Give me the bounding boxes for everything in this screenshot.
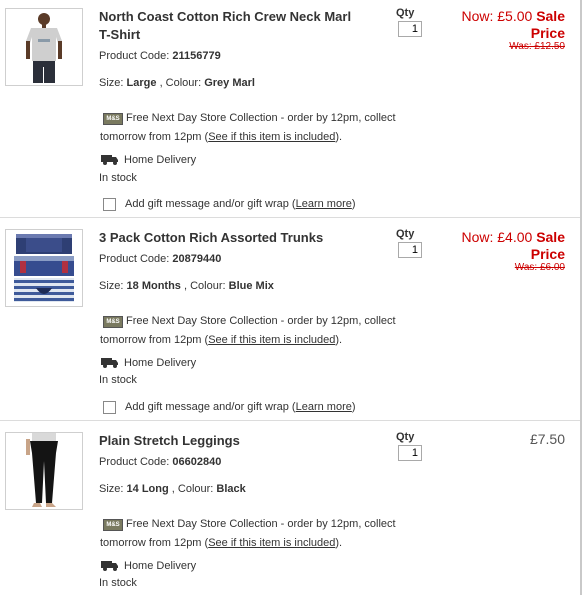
gift-wrap-label: Add gift message and/or gift wrap (Learn… bbox=[125, 198, 356, 210]
size-colour: Size: 14 Long , Colour: Black bbox=[99, 483, 246, 495]
see-if-included-link[interactable]: See if this item is included bbox=[208, 537, 335, 549]
product-title[interactable]: North Coast Cotton Rich Crew Neck Marl T-… bbox=[99, 8, 379, 44]
qty-label: Qty bbox=[396, 228, 415, 240]
product-code: Product Code: 06602840 bbox=[99, 456, 222, 468]
product-code: Product Code: 20879440 bbox=[99, 253, 222, 265]
stock-status: In stock bbox=[99, 374, 137, 386]
was-price: Was: £12.50 bbox=[509, 41, 565, 52]
store-collection-text: Free Next Day Store Collection - order b… bbox=[100, 518, 396, 549]
store-collection-text: Free Next Day Store Collection - order b… bbox=[100, 112, 396, 143]
home-delivery-label: Home Delivery bbox=[124, 154, 197, 166]
learn-more-link[interactable]: Learn more bbox=[296, 401, 352, 413]
qty-label: Qty bbox=[396, 7, 415, 19]
delivery-truck-icon bbox=[101, 155, 118, 165]
store-collection-icon: M&S bbox=[103, 316, 123, 328]
sale-price: Now: £5.00 Sale Price bbox=[461, 8, 565, 41]
product-image-trunks[interactable] bbox=[5, 229, 83, 307]
qty-input[interactable]: 1 bbox=[398, 242, 422, 258]
stock-status: In stock bbox=[99, 577, 137, 589]
delivery-truck-icon bbox=[101, 561, 118, 571]
product-title[interactable]: 3 Pack Cotton Rich Assorted Trunks bbox=[99, 229, 379, 247]
size-colour: Size: 18 Months , Colour: Blue Mix bbox=[99, 280, 274, 292]
product-title[interactable]: Plain Stretch Leggings bbox=[99, 432, 379, 450]
size-colour: Size: Large , Colour: Grey Marl bbox=[99, 77, 255, 89]
product-image-leggings[interactable] bbox=[5, 432, 83, 510]
qty-label: Qty bbox=[396, 431, 415, 443]
gift-wrap-label: Add gift message and/or gift wrap (Learn… bbox=[125, 401, 356, 413]
product-image-tshirt[interactable] bbox=[5, 8, 83, 86]
see-if-included-link[interactable]: See if this item is included bbox=[208, 334, 335, 346]
sale-price: Now: £4.00 Sale Price bbox=[461, 229, 565, 262]
basket-item: 3 Pack Cotton Rich Assorted Trunks Produ… bbox=[0, 218, 580, 420]
gift-wrap-checkbox[interactable] bbox=[103, 198, 116, 211]
gift-wrap-checkbox[interactable] bbox=[103, 401, 116, 414]
qty-input[interactable]: 1 bbox=[398, 21, 422, 37]
see-if-included-link[interactable]: See if this item is included bbox=[208, 131, 335, 143]
store-collection-text: Free Next Day Store Collection - order b… bbox=[100, 315, 396, 346]
product-code: Product Code: 21156779 bbox=[99, 50, 221, 62]
qty-input[interactable]: 1 bbox=[398, 445, 422, 461]
delivery-truck-icon bbox=[101, 358, 118, 368]
store-collection-icon: M&S bbox=[103, 113, 123, 125]
stock-status: In stock bbox=[99, 172, 137, 184]
home-delivery-label: Home Delivery bbox=[124, 357, 197, 369]
basket-item: Plain Stretch Leggings Product Code: 066… bbox=[0, 421, 580, 595]
item-price: £7.50 bbox=[529, 431, 565, 447]
home-delivery-label: Home Delivery bbox=[124, 560, 197, 572]
basket-item: North Coast Cotton Rich Crew Neck Marl T-… bbox=[0, 0, 580, 217]
learn-more-link[interactable]: Learn more bbox=[296, 198, 352, 210]
store-collection-icon: M&S bbox=[103, 519, 123, 531]
was-price: Was: £6.00 bbox=[514, 262, 565, 273]
